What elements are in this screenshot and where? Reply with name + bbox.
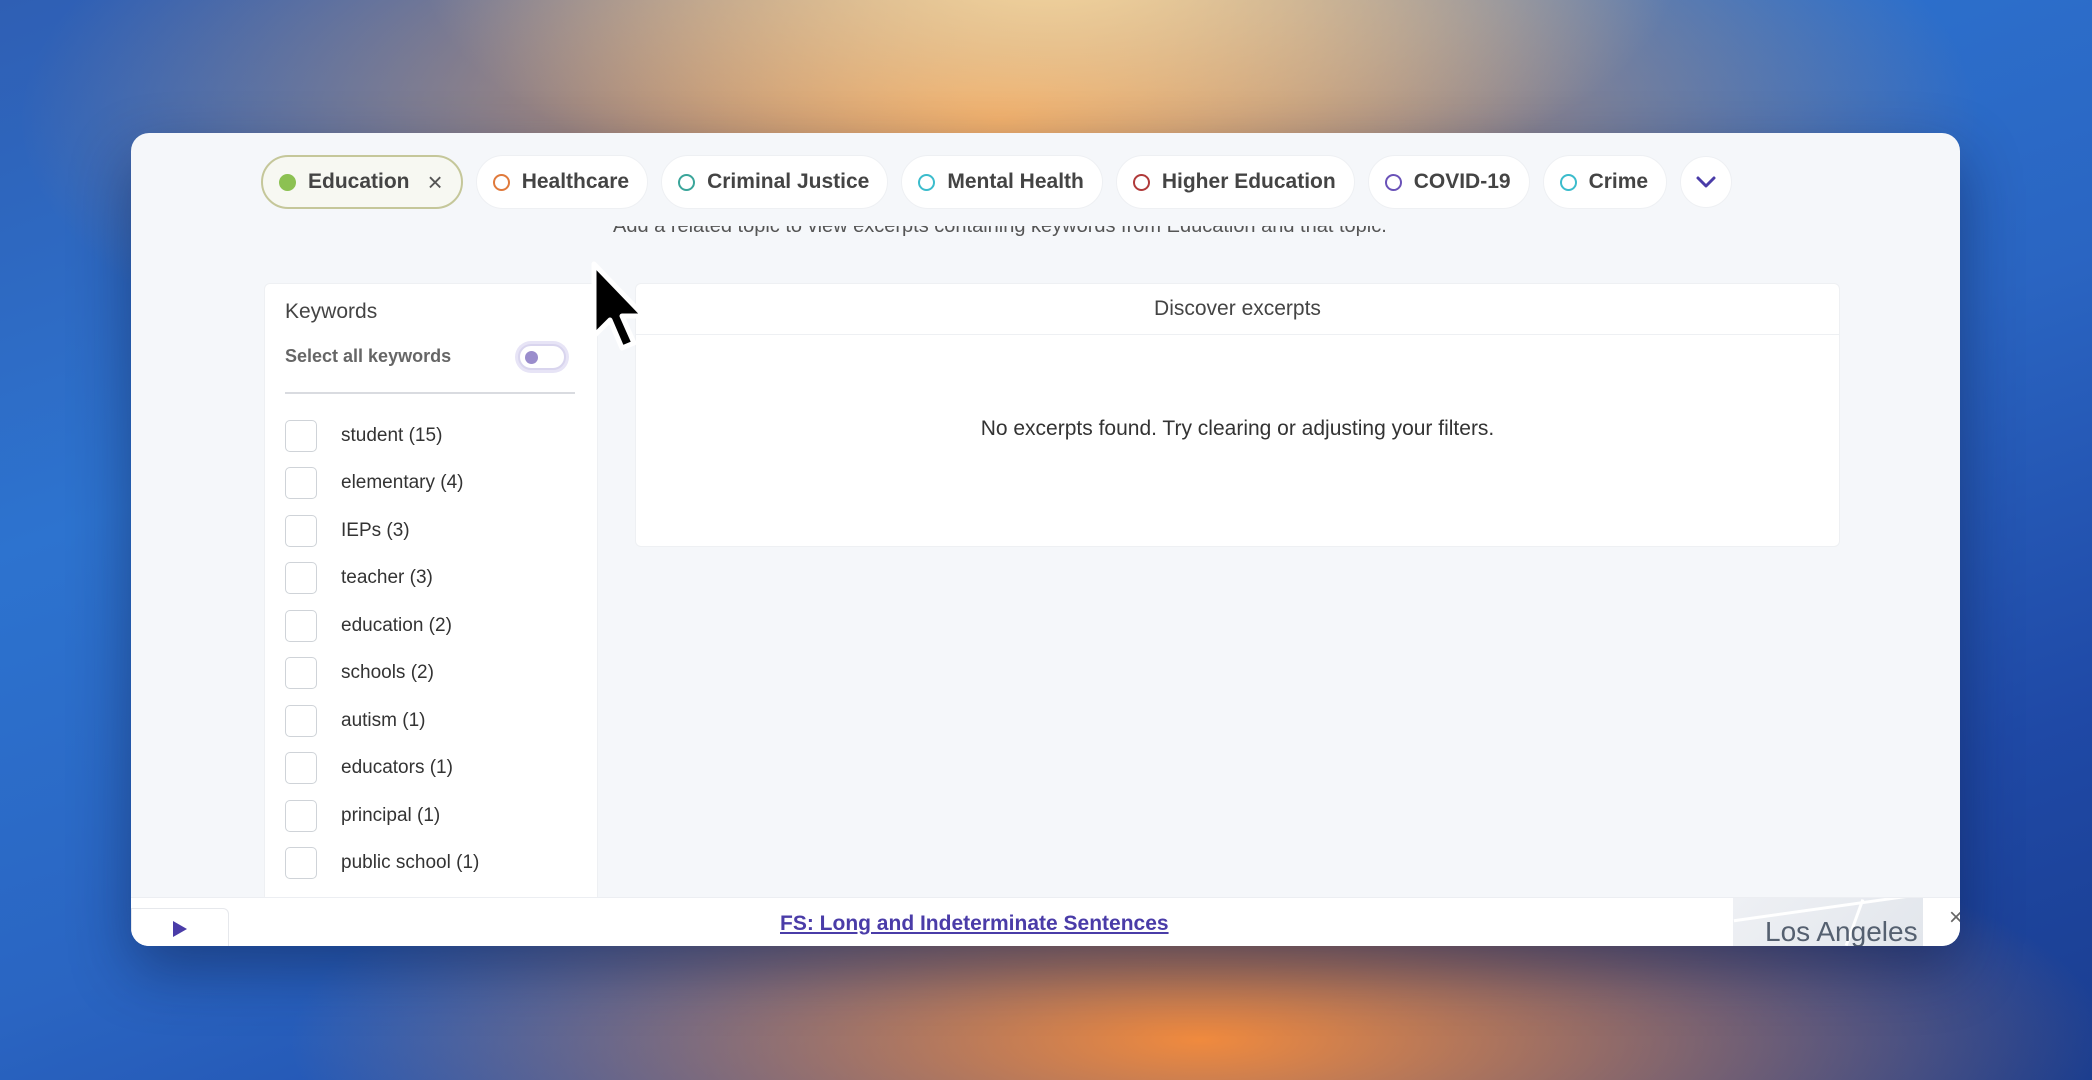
topic-dot-icon [1559, 173, 1577, 191]
keyword-checkbox[interactable] [285, 419, 317, 452]
select-all-toggle[interactable] [518, 344, 566, 370]
keyword-checkbox[interactable] [285, 799, 317, 832]
bottom-player-bar: FS: Long and Indeterminate Sentences Los… [131, 897, 1960, 946]
keyword-label: principal (1) [341, 804, 441, 826]
topic-chip-crime[interactable]: Crime [1542, 155, 1668, 209]
keyword-item[interactable]: student (15) [285, 412, 479, 460]
topic-label: COVID-19 [1413, 170, 1511, 193]
keyword-item[interactable]: IEPs (3) [285, 507, 479, 555]
discover-excerpts-panel: Discover excerpts No excerpts found. Try… [635, 283, 1840, 547]
topic-chip-education[interactable]: Education × [261, 155, 463, 209]
play-button[interactable] [131, 908, 229, 946]
remove-topic-icon[interactable]: × [428, 169, 443, 195]
topic-label: Higher Education [1161, 170, 1336, 193]
more-topics-button[interactable] [1680, 156, 1733, 208]
select-all-label: Select all keywords [285, 346, 452, 366]
keyword-label: educators (1) [341, 757, 453, 779]
keyword-label: autism (1) [341, 709, 426, 731]
keyword-label: schools (2) [341, 662, 434, 684]
topic-chips: Education × Healthcare Criminal Justice … [261, 155, 1733, 209]
topic-dot-icon [492, 173, 510, 191]
keyword-item[interactable]: public school (1) [285, 840, 479, 888]
keyword-label: teacher (3) [341, 567, 433, 589]
keyword-item[interactable]: elementary (4) [285, 460, 479, 508]
discover-title: Discover excerpts [636, 284, 1839, 335]
keyword-label: public school (1) [341, 852, 480, 874]
keyword-checkbox[interactable] [285, 704, 317, 737]
related-topic-hint: Add a related topic to view excerpts con… [613, 226, 1387, 244]
hint-text: Add a related topic to view excerpts con… [613, 226, 1387, 237]
topic-chip-covid-19[interactable]: COVID-19 [1367, 155, 1530, 209]
keyword-label: IEPs (3) [341, 519, 410, 541]
topic-chip-healthcare[interactable]: Healthcare [475, 155, 649, 209]
keywords-divider [285, 392, 575, 394]
keyword-checkbox[interactable] [285, 609, 317, 642]
topic-label: Criminal Justice [707, 170, 870, 193]
keyword-list: student (15) elementary (4) IEPs (3) tea… [285, 412, 479, 887]
map-city-label: Los Angeles [1765, 916, 1918, 946]
close-icon[interactable]: × [1949, 906, 1960, 930]
topic-label: Healthcare [521, 170, 630, 193]
topic-chip-higher-education[interactable]: Higher Education [1115, 155, 1355, 209]
keyword-item[interactable]: principal (1) [285, 792, 479, 840]
keyword-item[interactable]: teacher (3) [285, 555, 479, 603]
topic-label: Education [308, 170, 410, 193]
keyword-item[interactable]: educators (1) [285, 745, 479, 793]
topic-label: Crime [1588, 170, 1649, 193]
topic-dot-icon [1132, 173, 1150, 191]
mouse-cursor-icon [591, 261, 647, 351]
topic-dot-icon [279, 173, 296, 191]
keywords-panel: Keywords Select all keywords student (15… [264, 283, 598, 946]
keyword-item[interactable]: education (2) [285, 602, 479, 650]
keyword-item[interactable]: autism (1) [285, 697, 479, 745]
featured-story-link[interactable]: FS: Long and Indeterminate Sentences [780, 912, 1169, 936]
topic-dot-icon [918, 173, 936, 191]
keyword-checkbox[interactable] [285, 562, 317, 595]
keyword-label: elementary (4) [341, 472, 464, 494]
keyword-checkbox[interactable] [285, 847, 317, 880]
keywords-title: Keywords [285, 300, 378, 323]
keyword-checkbox[interactable] [285, 467, 317, 500]
chevron-down-icon [1696, 176, 1716, 188]
toggle-knob [525, 351, 538, 364]
keyword-label: student (15) [341, 424, 443, 446]
empty-state-message: No excerpts found. Try clearing or adjus… [980, 417, 1495, 440]
topic-label: Mental Health [947, 170, 1084, 193]
topic-chip-mental-health[interactable]: Mental Health [901, 155, 1103, 209]
keyword-checkbox[interactable] [285, 657, 317, 690]
map-thumbnail[interactable]: Los Angeles [1733, 898, 1923, 946]
topic-chip-criminal-justice[interactable]: Criminal Justice [661, 155, 889, 209]
topic-dot-icon [678, 173, 696, 191]
keyword-item[interactable]: schools (2) [285, 650, 479, 698]
app-window: Education × Healthcare Criminal Justice … [131, 133, 1960, 946]
keyword-checkbox[interactable] [285, 514, 317, 547]
topic-dot-icon [1384, 173, 1402, 191]
keyword-label: education (2) [341, 614, 452, 636]
keyword-checkbox[interactable] [285, 752, 317, 785]
play-icon [173, 921, 187, 937]
